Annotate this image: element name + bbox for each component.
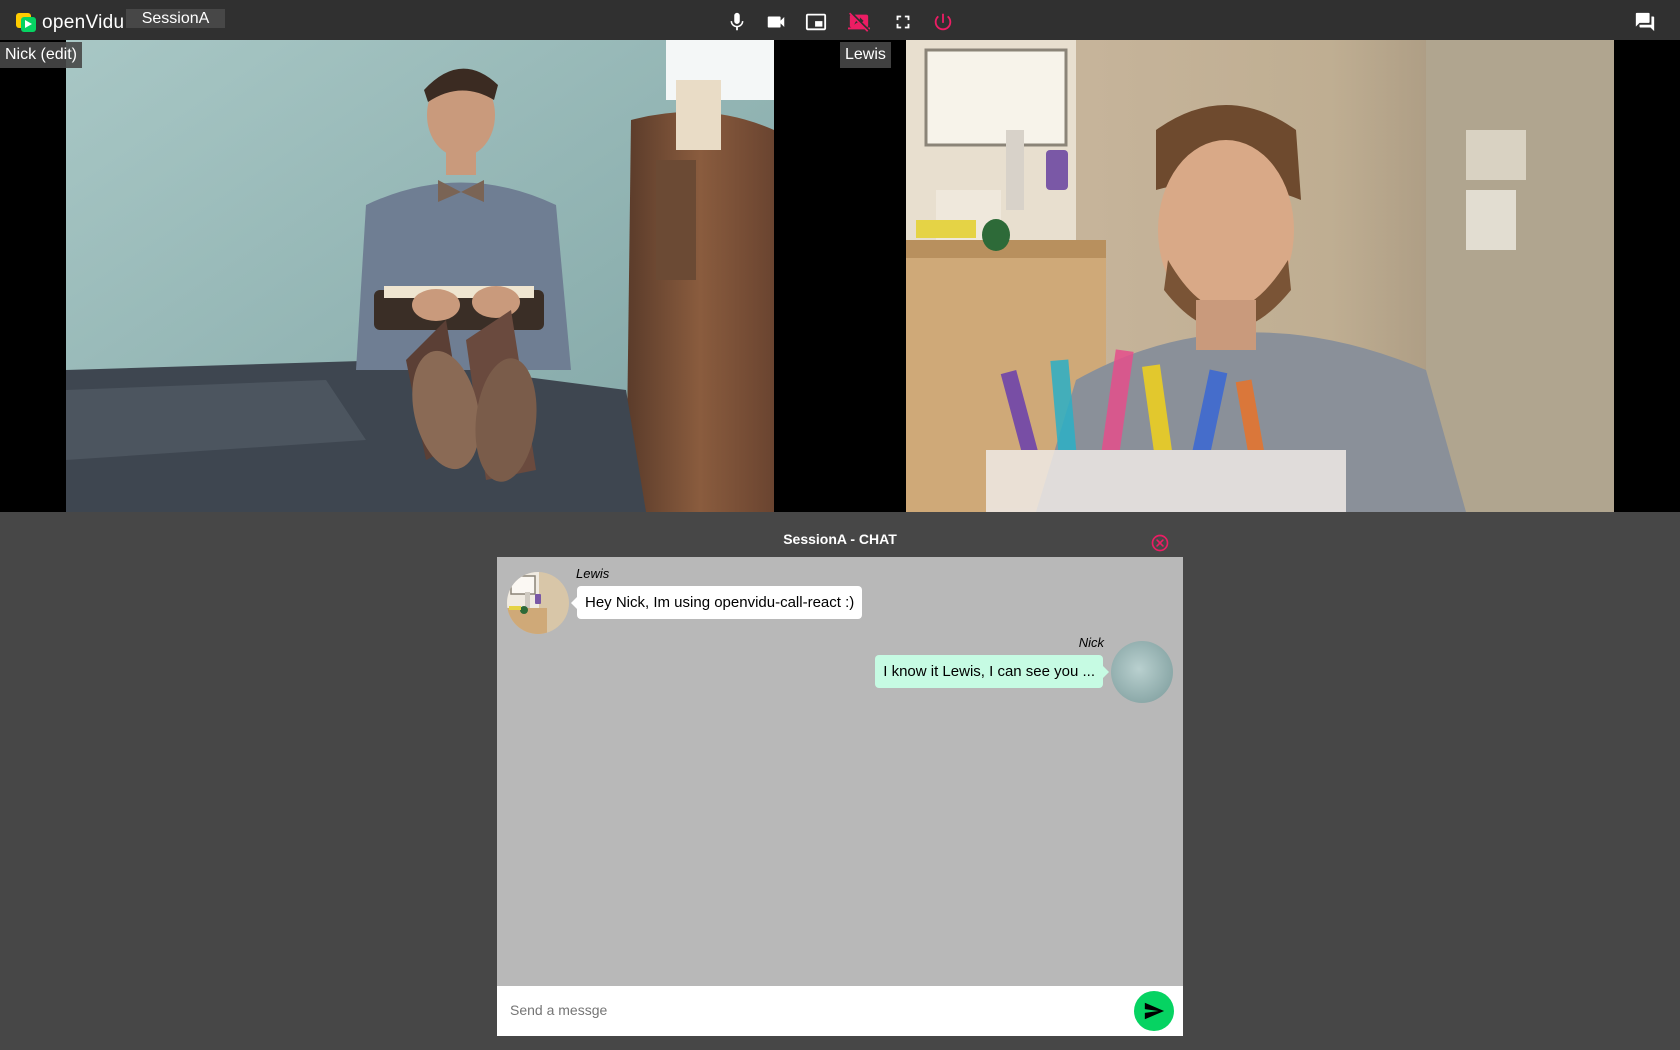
chat-close-button[interactable]	[1150, 533, 1170, 553]
remote-video	[906, 40, 1614, 512]
message-bubble: I know it Lewis, I can see you ...	[875, 655, 1109, 688]
chat-panel: SessionA - CHAT Lewis Hey Nick, Im using…	[497, 528, 1183, 1036]
stop-screen-share-icon	[848, 12, 870, 32]
nick-video-frame	[66, 40, 774, 512]
message-bubble: Hey Nick, Im using openvidu-call-react :…	[570, 586, 863, 619]
lewis-video-frame	[906, 40, 1614, 512]
session-title: SessionA	[126, 9, 225, 28]
logo-text: openVidu	[42, 12, 125, 33]
openvidu-logo-icon	[16, 13, 37, 33]
leave-session-button[interactable]	[931, 11, 955, 33]
fullscreen-button[interactable]	[891, 11, 915, 33]
chat-input-bar	[497, 986, 1183, 1036]
openvidu-logo: openVidu	[16, 12, 124, 34]
screen-share-button[interactable]	[847, 11, 871, 33]
message-input[interactable]	[510, 998, 1100, 1022]
send-icon	[1144, 1002, 1165, 1020]
chat-title: SessionA - CHAT	[783, 531, 897, 547]
message-author: Lewis	[576, 566, 610, 581]
power-icon	[934, 13, 952, 31]
remote-name-tag: Lewis	[840, 42, 891, 68]
chat-header: SessionA - CHAT	[497, 528, 1183, 557]
send-button[interactable]	[1134, 991, 1174, 1031]
forum-icon	[1635, 12, 1655, 32]
switch-camera-button[interactable]	[804, 11, 828, 33]
picture-in-picture-icon	[805, 13, 827, 31]
videocam-icon	[767, 16, 785, 28]
local-video	[66, 40, 774, 512]
toolbar: openVidu SessionA	[0, 0, 1680, 40]
message-author: Nick	[1078, 635, 1104, 650]
fullscreen-icon	[896, 15, 910, 29]
mic-button[interactable]	[725, 11, 749, 33]
nick-avatar	[1111, 641, 1173, 703]
chat-toggle-button[interactable]	[1633, 11, 1657, 33]
close-circle-icon	[1151, 534, 1169, 552]
local-name-tag[interactable]: Nick (edit)	[0, 42, 83, 68]
camera-button[interactable]	[764, 11, 788, 33]
mic-icon	[730, 12, 744, 31]
lewis-avatar	[507, 572, 569, 634]
video-stage: Nick (edit) Lewis	[0, 40, 1680, 512]
